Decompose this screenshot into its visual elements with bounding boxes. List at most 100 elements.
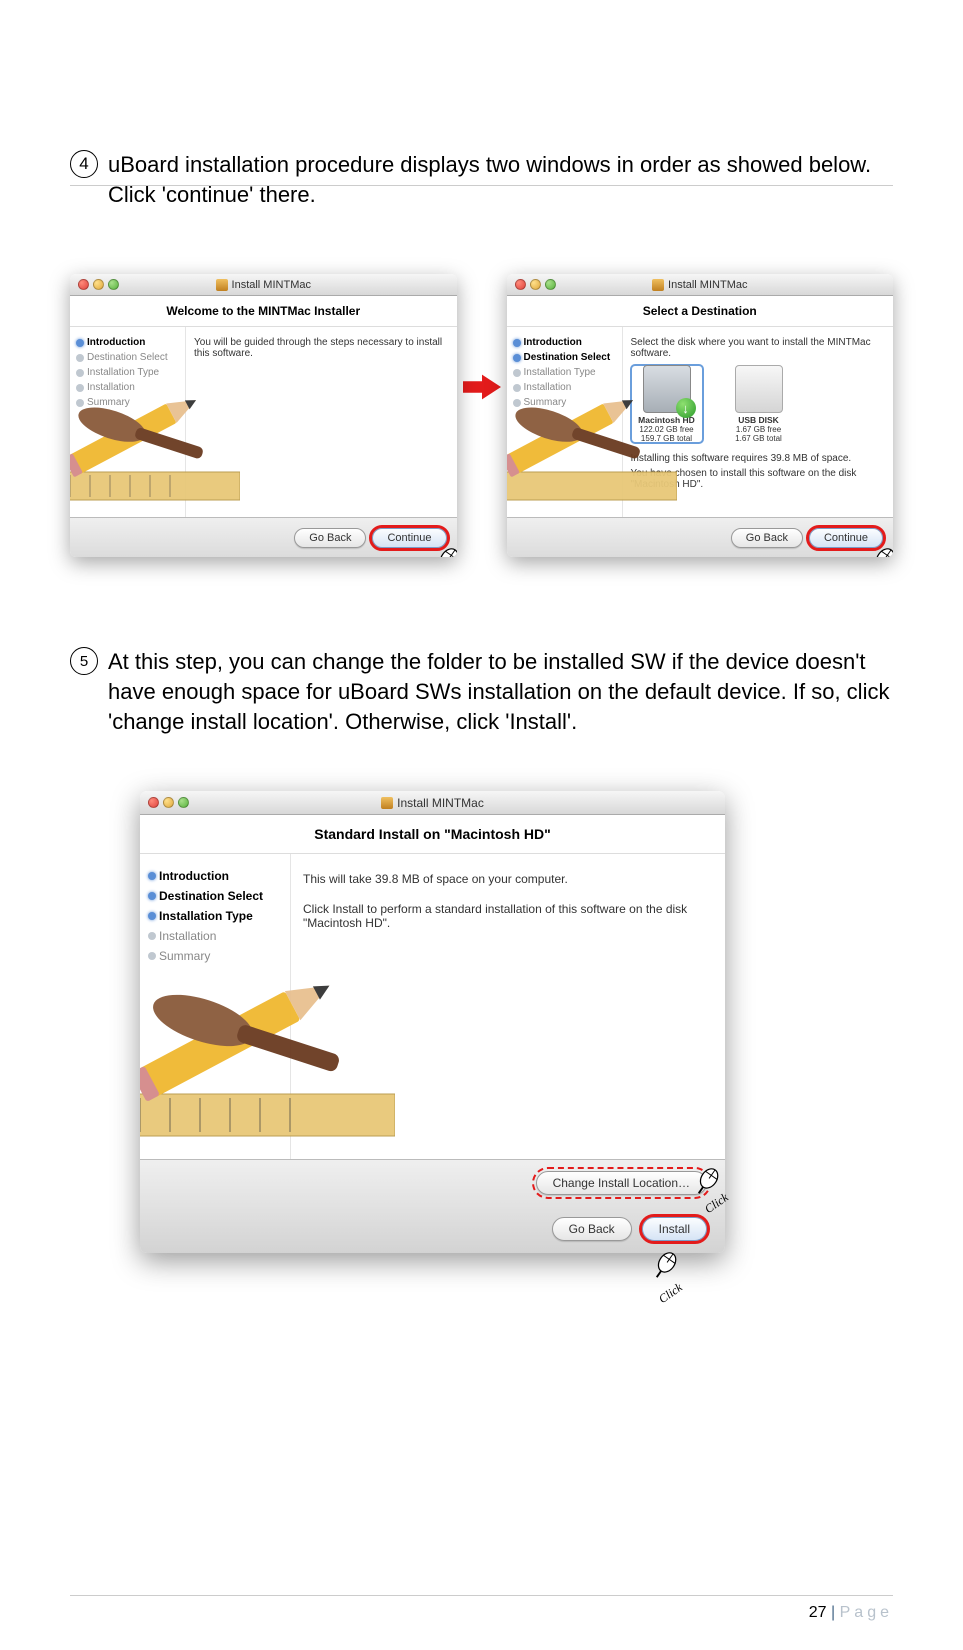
bullet-icon	[513, 384, 521, 392]
sidebar-item-installation: Installation	[513, 380, 616, 395]
window-title-text: Install MINTMac	[397, 796, 484, 810]
sidebar-item-destination: Destination Select	[513, 350, 616, 365]
titlebar: Install MINTMac	[70, 274, 457, 296]
package-icon	[381, 797, 393, 809]
bullet-icon	[76, 399, 84, 407]
sidebar-item-summary: Summary	[76, 395, 179, 410]
installer-window-welcome: Install MINTMac Welcome to the MINTMac I…	[70, 274, 457, 557]
bullet-icon	[76, 354, 84, 362]
window-body: Introduction Destination Select Installa…	[507, 327, 894, 517]
go-back-button[interactable]: Go Back	[552, 1217, 632, 1241]
sidebar-item-destination: Destination Select	[76, 350, 179, 365]
sidebar-item-label: Summary	[159, 949, 210, 963]
sidebar-item-label: Installation Type	[524, 367, 596, 378]
installer-sidebar: Introduction Destination Select Installa…	[507, 327, 622, 517]
sidebar-item-label: Destination Select	[87, 352, 168, 363]
window-title: Install MINTMac	[140, 796, 725, 810]
footer-upper: Change Install Location…	[140, 1159, 725, 1205]
step-5: 5 At this step, you can change the folde…	[70, 647, 893, 736]
sidebar-item-summary: Summary	[148, 946, 282, 966]
sidebar-item-label: Installation	[524, 382, 572, 393]
bullet-icon	[513, 369, 521, 377]
installer-window-type: Install MINTMac Standard Install on "Mac…	[140, 791, 725, 1253]
sidebar-item-label: Summary	[524, 397, 567, 408]
download-badge-icon: ↓	[676, 398, 696, 418]
windows-row: Install MINTMac Welcome to the MINTMac I…	[70, 274, 893, 557]
sidebar-item-label: Introduction	[524, 337, 582, 348]
step-4-number: 4	[70, 150, 98, 178]
window-title: Install MINTMac	[70, 279, 457, 291]
step-5-text: At this step, you can change the folder …	[108, 647, 893, 736]
go-back-button[interactable]: Go Back	[731, 528, 803, 548]
window-subheader: Welcome to the MINTMac Installer	[70, 296, 457, 327]
usb-disk-icon	[735, 365, 783, 413]
window-title: Install MINTMac	[507, 279, 894, 291]
disk-free: 1.67 GB free	[736, 425, 781, 434]
sidebar-item-label: Introduction	[159, 869, 229, 883]
disk-name: USB DISK	[738, 415, 779, 425]
window-footer: Go Back Continue	[70, 517, 457, 557]
cursor-icon	[865, 541, 893, 557]
bullet-icon	[513, 339, 521, 347]
welcome-text: You will be guided through the steps nec…	[194, 337, 445, 359]
bullet-icon	[148, 892, 156, 900]
window-subheader: Select a Destination	[507, 296, 894, 327]
cursor-icon	[429, 541, 457, 557]
top-horizontal-rule	[70, 185, 893, 186]
titlebar: Install MINTMac	[140, 791, 725, 815]
destination-intro: Select the disk where you want to instal…	[631, 337, 882, 359]
sidebar-item-introduction: Introduction	[76, 335, 179, 350]
sidebar-item-label: Destination Select	[159, 889, 263, 903]
bullet-icon	[76, 384, 84, 392]
window-body: Introduction Destination Select Installa…	[70, 327, 457, 517]
sidebar-item-label: Destination Select	[524, 352, 611, 363]
package-icon	[216, 279, 228, 291]
bullet-icon	[513, 399, 521, 407]
bullet-icon	[148, 872, 156, 880]
sidebar-item-label: Introduction	[87, 337, 145, 348]
footer-lower: Go Back Install	[140, 1205, 725, 1253]
sidebar-item-label: Installation	[87, 382, 135, 393]
window-title-text: Install MINTMac	[668, 279, 747, 291]
big-window-container: Install MINTMac Standard Install on "Mac…	[140, 791, 725, 1253]
sidebar-item-type: Installation Type	[76, 365, 179, 380]
sidebar-item-type: Installation Type	[513, 365, 616, 380]
bullet-icon	[76, 369, 84, 377]
package-icon	[652, 279, 664, 291]
arrow-right-icon	[463, 374, 501, 400]
installer-sidebar: Introduction Destination Select Installa…	[140, 854, 290, 1159]
sidebar-item-summary: Summary	[513, 395, 616, 410]
bullet-icon	[513, 354, 521, 362]
cursor-icon	[647, 1245, 685, 1283]
bullet-icon	[148, 952, 156, 960]
installer-sidebar: Introduction Destination Select Installa…	[70, 327, 185, 517]
window-subheader: Standard Install on "Macintosh HD"	[140, 815, 725, 854]
step-4: 4 uBoard installation procedure displays…	[70, 150, 893, 209]
disk-usb[interactable]: USB DISK 1.67 GB free 1.67 GB total	[723, 365, 795, 443]
page-footer: 27 | Page	[70, 1595, 893, 1622]
click-label: Click	[656, 1281, 685, 1308]
sidebar-item-introduction: Introduction	[513, 335, 616, 350]
sidebar-item-type: Installation Type	[148, 906, 282, 926]
step-4-text: uBoard installation procedure displays t…	[108, 150, 893, 209]
step-5-number: 5	[70, 647, 98, 675]
sidebar-item-label: Installation	[159, 929, 216, 943]
sidebar-item-label: Summary	[87, 397, 130, 408]
installer-window-destination: Install MINTMac Select a Destination Int…	[507, 274, 894, 557]
window-footer: Go Back Continue	[507, 517, 894, 557]
install-button[interactable]: Install	[642, 1217, 707, 1241]
install-instruction: Click Install to perform a standard inst…	[303, 902, 705, 930]
bullet-icon	[148, 932, 156, 940]
sidebar-item-label: Installation Type	[87, 367, 159, 378]
change-install-location-button[interactable]: Change Install Location…	[536, 1171, 707, 1195]
sidebar-item-introduction: Introduction	[148, 866, 282, 886]
bullet-icon	[76, 339, 84, 347]
sidebar-item-installation: Installation	[76, 380, 179, 395]
page-word: Page	[840, 1604, 893, 1621]
disk-total: 1.67 GB total	[735, 434, 782, 443]
go-back-button[interactable]: Go Back	[294, 528, 366, 548]
window-title-text: Install MINTMac	[232, 279, 311, 291]
sidebar-item-destination: Destination Select	[148, 886, 282, 906]
window-body: Introduction Destination Select Installa…	[140, 854, 725, 1159]
bullet-icon	[148, 912, 156, 920]
